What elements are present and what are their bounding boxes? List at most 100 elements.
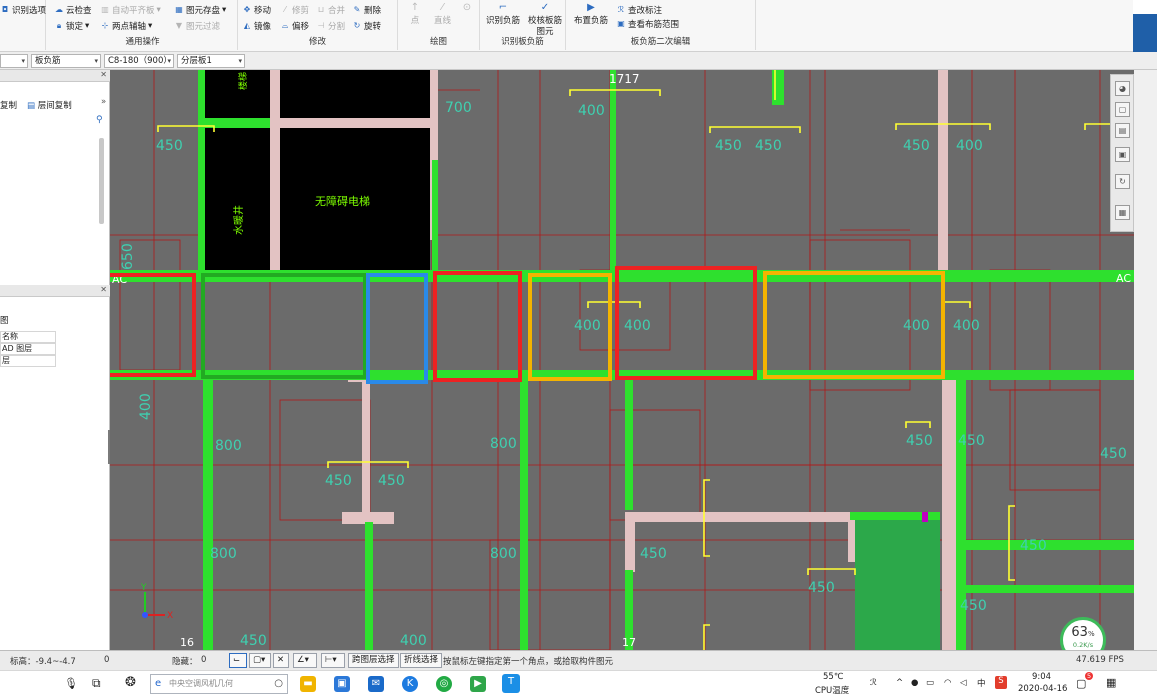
cross-toggle[interactable]: ✕	[273, 653, 289, 668]
cube-icon[interactable]: ▢	[1115, 102, 1130, 117]
two-point-axis-button[interactable]: ⊹ 两点辅轴 ▾	[100, 19, 153, 32]
dim-label: 800	[210, 546, 237, 562]
dim-label: 450	[808, 580, 835, 596]
properties-label: 图	[0, 316, 9, 326]
ribbon-group-common: ☁ 云检查 ▥ 自动平齐板 ▾ 🔒︎ 锁定 ▾ ⊹ 两点辅轴 ▾ ▦ 图元存盘	[48, 0, 238, 50]
recognize-options-button[interactable]: ◘ 识别选项	[0, 3, 46, 16]
dim-label: 450	[378, 473, 405, 489]
file-explorer-icon[interactable]: ▬	[300, 676, 316, 692]
rotate-icon: ↻	[353, 20, 361, 30]
delete-button[interactable]: ✎ 删除	[352, 3, 381, 16]
app-window: ◘ 识别选项 ☁ 云检查 ▥ 自动平齐板 ▾ 🔒︎ 锁定 ▾ ⊹ 两点辅轴 ▾ …	[0, 0, 1157, 696]
search-icon[interactable]: ⚲	[96, 115, 103, 125]
circle-button[interactable]: ⊙	[460, 3, 474, 16]
offset-toggle[interactable]: ⊢▾	[321, 653, 345, 668]
identify-icon: ⌐	[498, 2, 508, 13]
notification-icon[interactable]: ●	[911, 678, 918, 688]
panel-scrollbar[interactable]	[99, 138, 104, 224]
place-icon: ▶	[587, 2, 595, 13]
grid-icon[interactable]: ▦	[1115, 205, 1130, 220]
fps-readout: 47.619 FPS	[1076, 655, 1124, 665]
table-row[interactable]: AD 图层	[0, 343, 56, 355]
ribbon-group-edit: ▶ 布置负筋 ℛ 查改标注 ▣ 查看布筋范围 板负筋二次编辑	[566, 0, 756, 50]
ortho-toggle[interactable]: ⌙	[229, 653, 247, 668]
element-filter-button[interactable]: ▼ 图元过滤	[174, 19, 220, 32]
move-button[interactable]: ✥ 移动	[242, 3, 271, 16]
check-rebar-button[interactable]: ✓ 校核板筋图元	[528, 3, 562, 38]
close-icon[interactable]: ✕	[100, 285, 107, 294]
volume-icon[interactable]: ◁	[960, 678, 967, 688]
battery-icon[interactable]: ▭	[926, 678, 934, 688]
app-s-icon[interactable]: ❂	[125, 675, 136, 690]
cloud-check-button[interactable]: ☁ 云检查	[54, 3, 92, 16]
sogou-icon[interactable]: S	[995, 676, 1007, 689]
chevron-down-icon: ▾	[156, 4, 161, 15]
more-icon[interactable]: »	[101, 97, 106, 107]
layers-icon[interactable]: ▤	[1115, 123, 1130, 138]
status-value: 0	[104, 655, 110, 665]
rotate-button[interactable]: ↻ 旋转	[352, 19, 381, 32]
trim-icon: ⁄	[284, 4, 286, 14]
panel-header: ✕	[0, 70, 110, 82]
check-icon: ✓	[540, 2, 550, 13]
layer-select[interactable]: 分层板1 ▾	[177, 54, 245, 68]
filter-bar: ▾ 板负筋 ▾ C8-180（900） ▾ 分层板1 ▾	[0, 52, 1157, 70]
polyline-select-button[interactable]: 折线选择	[400, 653, 443, 668]
dim-label: 400	[578, 103, 605, 119]
taskbar-search-input[interactable]: e 中央空调风机几何 ○	[150, 674, 288, 694]
rebar-spec-select[interactable]: C8-180（900） ▾	[104, 54, 174, 68]
cross-layer-select-button[interactable]: 跨图层选择	[348, 653, 399, 668]
floor-select[interactable]: ▾	[0, 54, 28, 68]
dim-label: 450	[1100, 446, 1127, 462]
microphone-icon[interactable]: 🎙︎	[64, 677, 78, 690]
close-icon[interactable]: ✕	[100, 70, 107, 79]
store-icon[interactable]: ▣	[334, 676, 350, 692]
keyboard-icon[interactable]: ▦	[1106, 676, 1116, 689]
merge-button[interactable]: ⊔ 合并	[316, 3, 345, 16]
app-g-icon[interactable]: ◎	[436, 676, 452, 692]
app-t-icon[interactable]: T	[502, 674, 520, 693]
mail-icon[interactable]: ✉	[368, 676, 384, 692]
rotate-icon[interactable]: ↻	[1115, 174, 1130, 189]
search-icon: ○	[274, 678, 283, 689]
drawing-canvas[interactable]: 700 650 400 450 400 450 450 450 400 400 …	[110, 70, 1134, 650]
view-range-button[interactable]: ▣ 查看布筋范围	[616, 17, 679, 30]
offset-icon: ⊢▾	[325, 655, 337, 665]
table-row[interactable]: 层	[0, 355, 56, 367]
snap-toggle[interactable]: ▢▾	[249, 653, 271, 668]
ime-indicator[interactable]: 中	[977, 677, 986, 689]
axis-label: 17	[622, 636, 636, 649]
lock-button[interactable]: 🔒︎ 锁定 ▾	[54, 19, 89, 32]
auto-flush-button[interactable]: ▥ 自动平齐板 ▾	[100, 3, 161, 16]
dim-label: 400	[953, 318, 980, 334]
edit-label-button[interactable]: ℛ 查改标注	[616, 3, 662, 16]
chevron-up-icon[interactable]: ^	[896, 678, 903, 688]
split-button[interactable]: ⊣ 分割	[316, 19, 346, 32]
canvas-margin	[1134, 70, 1157, 650]
point-button[interactable]: ↑ 点	[408, 3, 422, 27]
floor-copy-button[interactable]: ▤ 层间复制	[27, 99, 72, 111]
line-button[interactable]: ⁄ 直线	[434, 3, 451, 27]
mirror-button[interactable]: ◭ 镜像	[242, 19, 271, 32]
offset-button[interactable]: ⌓ 偏移	[280, 19, 309, 32]
box-icon[interactable]: ▣	[1115, 147, 1130, 162]
axis-label: AC	[1116, 272, 1131, 285]
app-k-icon[interactable]: K	[402, 676, 418, 692]
axis-icon: ⊹	[101, 20, 109, 30]
place-rebar-button[interactable]: ▶ 布置负筋	[574, 3, 608, 27]
element-type-select[interactable]: 板负筋 ▾	[31, 54, 101, 68]
save-element-button[interactable]: ▦ 图元存盘 ▾	[174, 3, 226, 16]
angle-toggle[interactable]: ∠▾	[293, 653, 317, 668]
play-icon[interactable]: ▶	[470, 676, 486, 692]
task-view-icon[interactable]: ⧉	[92, 676, 101, 691]
identify-rebar-button[interactable]: ⌐ 识别负筋	[486, 3, 520, 27]
ribbon-group-label: 识别板负筋	[501, 37, 544, 47]
person-icon[interactable]: ℛ	[870, 678, 877, 688]
trim-button[interactable]: ⁄ 修剪	[280, 3, 309, 16]
room-label: 楼梯	[237, 72, 249, 90]
dim-label: 450	[156, 138, 183, 154]
wifi-icon[interactable]: ◠	[944, 678, 951, 688]
copy-button[interactable]: 复制	[0, 99, 17, 111]
sphere-icon[interactable]: ◕	[1115, 81, 1130, 96]
action-center-icon[interactable]: ▢	[1076, 677, 1086, 690]
